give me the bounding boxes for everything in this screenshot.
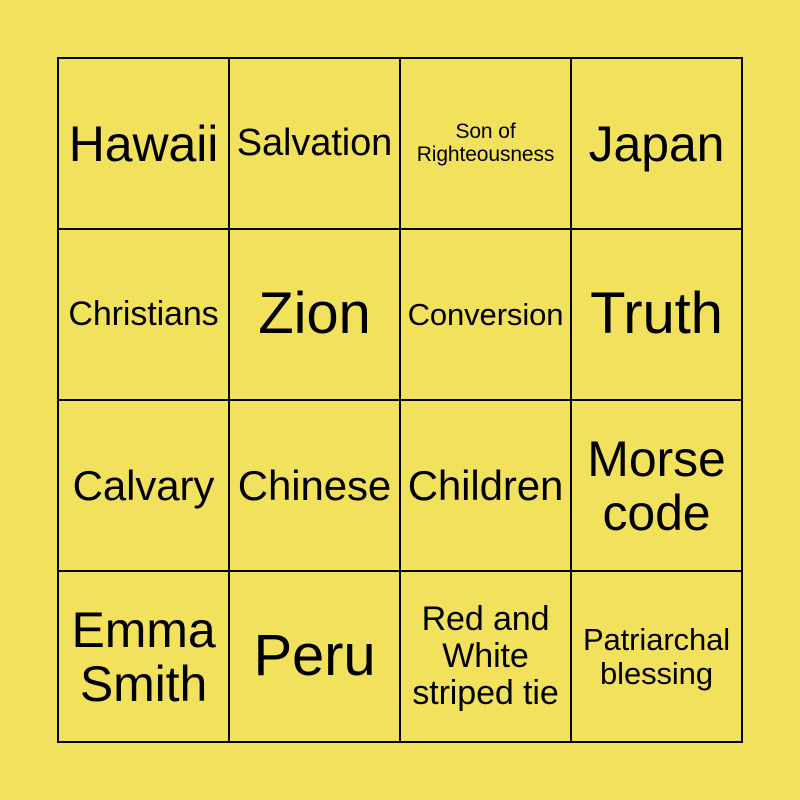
bingo-cell[interactable]: Hawaii bbox=[59, 59, 230, 230]
bingo-cell[interactable]: Chinese bbox=[230, 401, 401, 572]
bingo-cell[interactable]: Children bbox=[401, 401, 572, 572]
bingo-cell[interactable]: Patriarchal blessing bbox=[572, 572, 743, 743]
bingo-cell-label: Son of Righteousness bbox=[416, 119, 555, 166]
bingo-cell[interactable]: Salvation bbox=[230, 59, 401, 230]
bingo-cell-label: Calvary bbox=[72, 461, 215, 509]
bingo-cell-label: Zion bbox=[258, 281, 371, 347]
bingo-cell-label: Morse code bbox=[587, 430, 726, 541]
bingo-cell[interactable]: Japan bbox=[572, 59, 743, 230]
bingo-cell-label: Hawaii bbox=[68, 115, 219, 172]
bingo-cell-label: Patriarchal blessing bbox=[582, 622, 731, 691]
bingo-cell[interactable]: Morse code bbox=[572, 401, 743, 572]
bingo-cell[interactable]: Truth bbox=[572, 230, 743, 401]
bingo-cell-label: Emma Smith bbox=[71, 601, 216, 712]
bingo-cell[interactable]: Christians bbox=[59, 230, 230, 401]
bingo-cell[interactable]: Emma Smith bbox=[59, 572, 230, 743]
bingo-cell[interactable]: Conversion bbox=[401, 230, 572, 401]
bingo-cell-label: Christians bbox=[68, 295, 219, 334]
bingo-cell-label: Children bbox=[407, 461, 564, 509]
bingo-cell-label: Salvation bbox=[236, 121, 393, 164]
bingo-cell[interactable]: Calvary bbox=[59, 401, 230, 572]
bingo-cell[interactable]: Son of Righteousness bbox=[401, 59, 572, 230]
bingo-cell[interactable]: Peru bbox=[230, 572, 401, 743]
bingo-cell-label: Truth bbox=[590, 281, 723, 347]
bingo-cell-label: Peru bbox=[253, 623, 376, 689]
bingo-cell-label: Japan bbox=[588, 115, 725, 172]
bingo-cell-label: Red and White striped tie bbox=[412, 600, 559, 712]
bingo-cell[interactable]: Red and White striped tie bbox=[401, 572, 572, 743]
bingo-cell-label: Chinese bbox=[237, 461, 392, 509]
bingo-cell-label: Conversion bbox=[407, 296, 564, 332]
bingo-cell[interactable]: Zion bbox=[230, 230, 401, 401]
bingo-card-grid: Hawaii Salvation Son of Righteousness Ja… bbox=[57, 57, 743, 743]
